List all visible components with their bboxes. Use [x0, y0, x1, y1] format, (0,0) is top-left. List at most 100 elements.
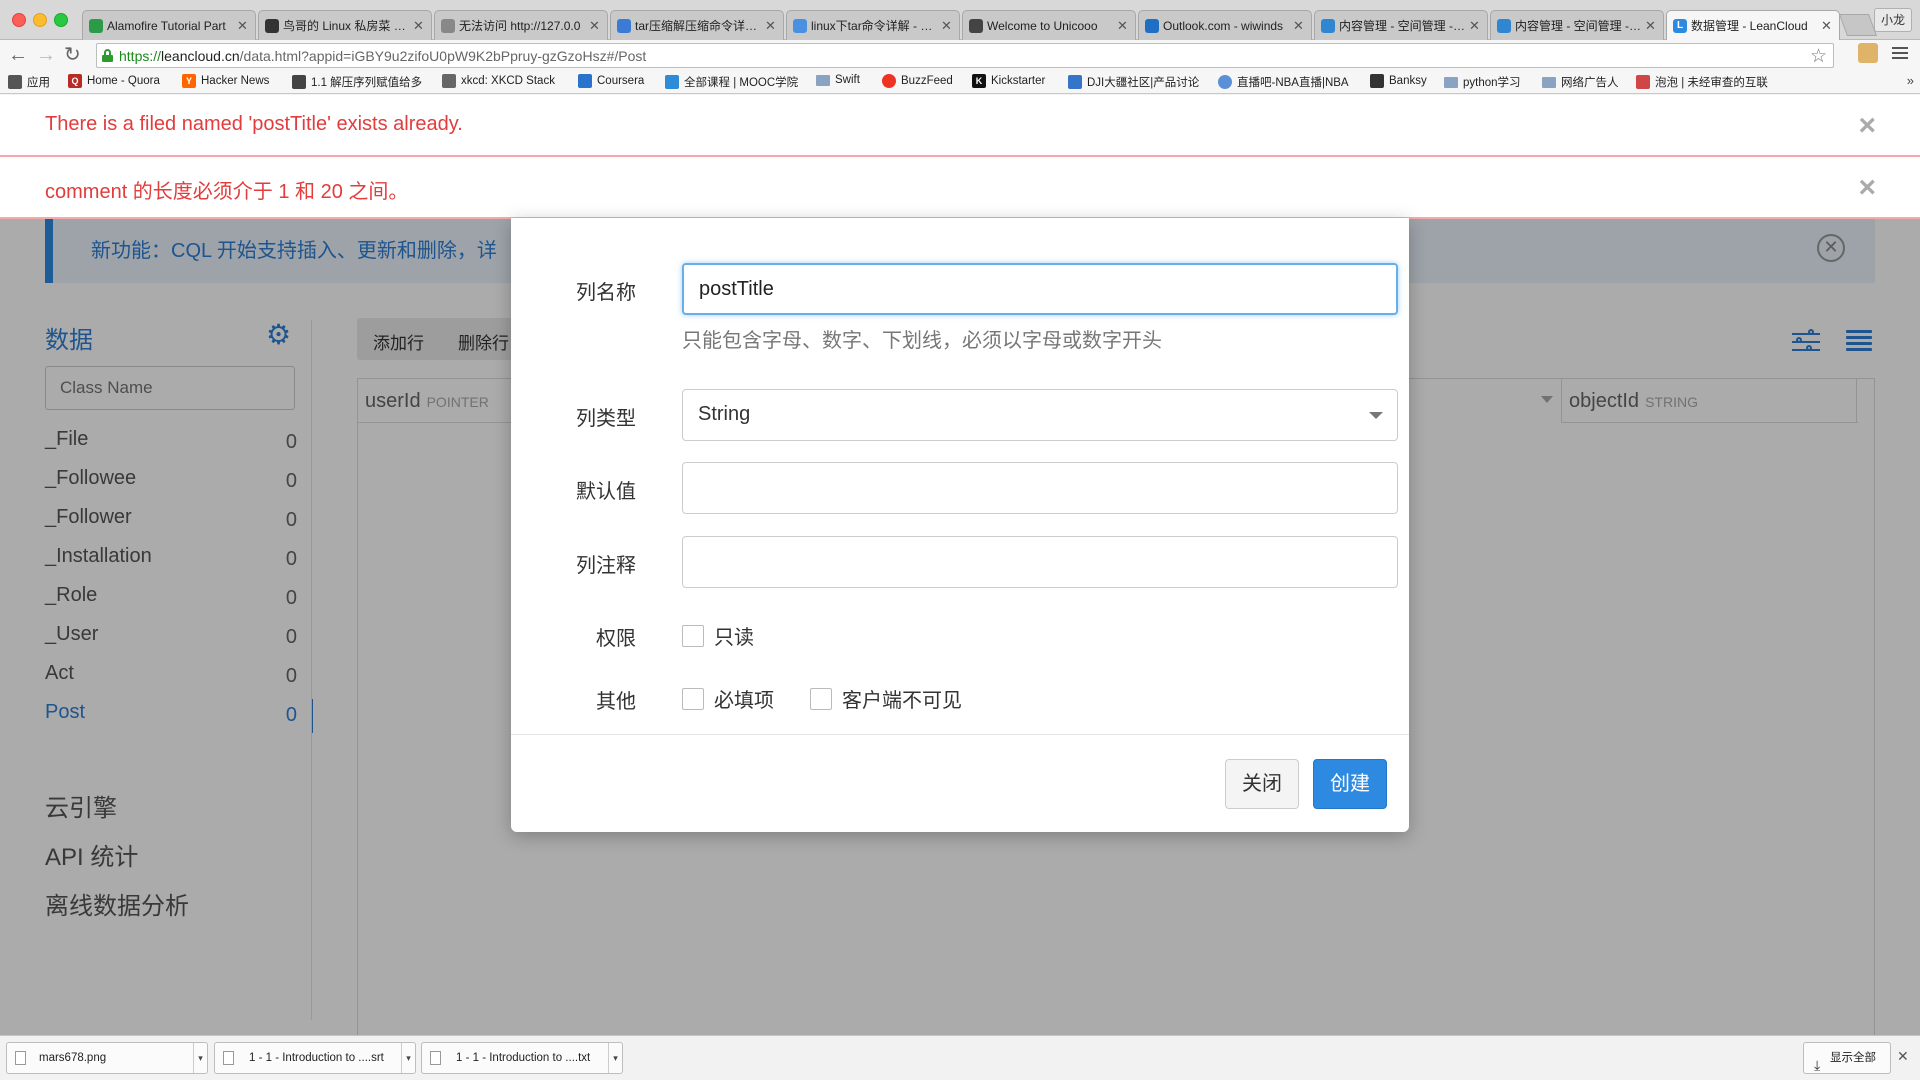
- url-text: https://leancloud.cn/data.html?appid=iGB…: [119, 48, 647, 64]
- column-comment-input[interactable]: [682, 536, 1398, 588]
- bookmark-item[interactable]: K Kickstarter: [972, 74, 1045, 88]
- browser-tab[interactable]: 内容管理 - 空间管理 - 七 ✕: [1490, 10, 1664, 40]
- bookmark-item[interactable]: 泡泡 | 未经审查的互联: [1636, 74, 1768, 90]
- forward-arrow-icon[interactable]: →: [36, 44, 56, 66]
- column-name-label: 列名称: [576, 282, 636, 304]
- close-button[interactable]: 关闭: [1225, 759, 1299, 809]
- zhibo8-icon: [1218, 75, 1232, 89]
- column-name-help: 只能包含字母、数字、下划线，必须以字母或数字开头: [682, 330, 1162, 352]
- download-item[interactable]: mars678.png ▾: [6, 1042, 208, 1074]
- tab-close-icon[interactable]: ✕: [1469, 18, 1481, 34]
- bookmark-item[interactable]: 全部课程 | MOOC学院: [665, 74, 798, 90]
- browser-tab[interactable]: linux下tar命令详解 - wfy ✕: [786, 10, 960, 40]
- reload-icon[interactable]: ↻: [64, 44, 81, 66]
- column-type-select[interactable]: String: [682, 389, 1398, 441]
- tab-close-icon[interactable]: ✕: [589, 18, 601, 34]
- browser-tab[interactable]: 鸟哥的 Linux 私房菜 -- 鸟 ✕: [258, 10, 432, 40]
- address-bar[interactable]: https://leancloud.cn/data.html?appid=iGB…: [96, 43, 1834, 68]
- checkbox-box[interactable]: [682, 687, 704, 710]
- bookmark-star-icon[interactable]: ☆: [1810, 45, 1827, 68]
- bookmark-folder[interactable]: Swift: [816, 74, 860, 86]
- buzzfeed-icon: [882, 74, 896, 88]
- download-item[interactable]: 1 - 1 - Introduction to ....srt ▾: [214, 1042, 416, 1074]
- browser-tab[interactable]: 内容管理 - 空间管理 - 七 ✕: [1314, 10, 1488, 40]
- kickstarter-icon: K: [972, 74, 986, 88]
- chevron-down-icon[interactable]: ▾: [193, 1043, 207, 1073]
- browser-tab-active[interactable]: L 数据管理 - LeanCloud ✕: [1666, 10, 1840, 40]
- hacker-news-icon: Y: [182, 74, 196, 88]
- extension-icon[interactable]: [1858, 43, 1878, 63]
- bookmark-item[interactable]: Banksy: [1370, 74, 1427, 88]
- chevron-down-icon[interactable]: ▾: [608, 1043, 622, 1073]
- tab-close-icon[interactable]: ✕: [941, 18, 953, 34]
- bookmark-item[interactable]: BuzzFeed: [882, 74, 953, 88]
- window-minimize-button[interactable]: [33, 13, 47, 27]
- bookmark-item[interactable]: xkcd: XKCD Stack: [442, 74, 555, 88]
- file-icon: [15, 1051, 26, 1065]
- add-column-dialog: 列名称 只能包含字母、数字、下划线，必须以字母或数字开头 列类型 String …: [511, 218, 1409, 832]
- alert-close-icon[interactable]: ×: [1858, 173, 1876, 203]
- bookmark-item[interactable]: DJI大疆社区|产品讨论: [1068, 74, 1199, 90]
- tab-close-icon[interactable]: ✕: [765, 18, 777, 34]
- chevron-down-icon[interactable]: ▾: [401, 1043, 415, 1073]
- error-alert: comment 的长度必须介于 1 和 20 之间。 ×: [0, 157, 1920, 219]
- bookmark-item[interactable]: 1.1 解压序列赋值给多: [292, 74, 422, 90]
- browser-tab[interactable]: tar压缩解压缩命令详解 - ✕: [610, 10, 784, 40]
- book-icon: [292, 75, 306, 89]
- checkbox-box[interactable]: [682, 624, 704, 647]
- create-button[interactable]: 创建: [1313, 759, 1387, 809]
- back-arrow-icon[interactable]: ←: [8, 44, 28, 66]
- profile-button[interactable]: 小龙: [1874, 8, 1912, 32]
- apps-grid-icon: [8, 75, 22, 89]
- chevron-down-icon: [1369, 412, 1383, 419]
- bookmark-item[interactable]: Y Hacker News: [182, 74, 269, 88]
- tab-favicon-icon: [1145, 18, 1159, 33]
- new-tab-button[interactable]: [1838, 14, 1878, 36]
- bookmark-item[interactable]: 直播吧-NBA直播|NBA: [1218, 74, 1349, 90]
- dji-icon: [1068, 75, 1082, 89]
- tab-close-icon[interactable]: ✕: [1117, 18, 1129, 34]
- tab-close-icon[interactable]: ✕: [1293, 18, 1305, 34]
- default-value-input[interactable]: [682, 462, 1398, 514]
- browser-tab[interactable]: Outlook.com - wiwinds ✕: [1138, 10, 1312, 40]
- bookmark-item[interactable]: Coursera: [578, 74, 644, 88]
- bookmark-item[interactable]: Q Home - Quora: [68, 74, 160, 88]
- tab-close-icon[interactable]: ✕: [413, 18, 425, 34]
- tab-close-icon[interactable]: ✕: [1821, 18, 1833, 34]
- banksy-icon: [1370, 74, 1384, 88]
- tab-close-icon[interactable]: ✕: [237, 18, 249, 34]
- alert-close-icon[interactable]: ×: [1858, 111, 1876, 141]
- folder-icon: [1444, 76, 1458, 88]
- download-item[interactable]: 1 - 1 - Introduction to ....txt ▾: [421, 1042, 623, 1074]
- file-icon: [430, 1051, 441, 1065]
- download-icon: ⤓: [1814, 1057, 1821, 1073]
- bookmark-folder[interactable]: 网络广告人: [1542, 74, 1619, 90]
- client-hidden-checkbox[interactable]: 客户端不可见: [810, 684, 962, 713]
- bookmark-folder[interactable]: python学习: [1444, 74, 1521, 90]
- more-bookmarks-icon[interactable]: »: [1907, 73, 1914, 88]
- tab-favicon-icon: [1497, 18, 1511, 33]
- tab-favicon-icon: [617, 18, 631, 33]
- browser-tab[interactable]: Alamofire Tutorial Part ✕: [82, 10, 256, 40]
- window-zoom-button[interactable]: [54, 13, 68, 27]
- checkbox-box[interactable]: [810, 687, 832, 710]
- coursera-icon: [578, 74, 592, 88]
- readonly-checkbox[interactable]: 只读: [682, 621, 754, 650]
- mooc-icon: [665, 75, 679, 89]
- xkcd-icon: [442, 74, 456, 88]
- browser-toolbar: ← → ↻ https://leancloud.cn/data.html?app…: [0, 40, 1920, 70]
- browser-menu-icon[interactable]: [1892, 44, 1908, 60]
- alert-text: comment 的长度必须介于 1 和 20 之间。: [45, 181, 409, 203]
- required-checkbox[interactable]: 必填项: [682, 684, 774, 713]
- close-downloads-icon[interactable]: ✕: [1897, 1048, 1909, 1065]
- show-all-downloads-button[interactable]: ⤓ 显示全部: [1803, 1042, 1891, 1074]
- window-close-button[interactable]: [12, 13, 26, 27]
- tab-favicon-icon: [969, 18, 983, 33]
- bookmark-apps[interactable]: 应用: [8, 74, 50, 90]
- tab-favicon-icon: [89, 18, 103, 33]
- column-type-label: 列类型: [576, 408, 636, 430]
- column-name-input[interactable]: [682, 263, 1398, 315]
- browser-tab[interactable]: Welcome to Unicooo ✕: [962, 10, 1136, 40]
- browser-tab[interactable]: 无法访问 http://127.0.0 ✕: [434, 10, 608, 40]
- tab-close-icon[interactable]: ✕: [1645, 18, 1657, 34]
